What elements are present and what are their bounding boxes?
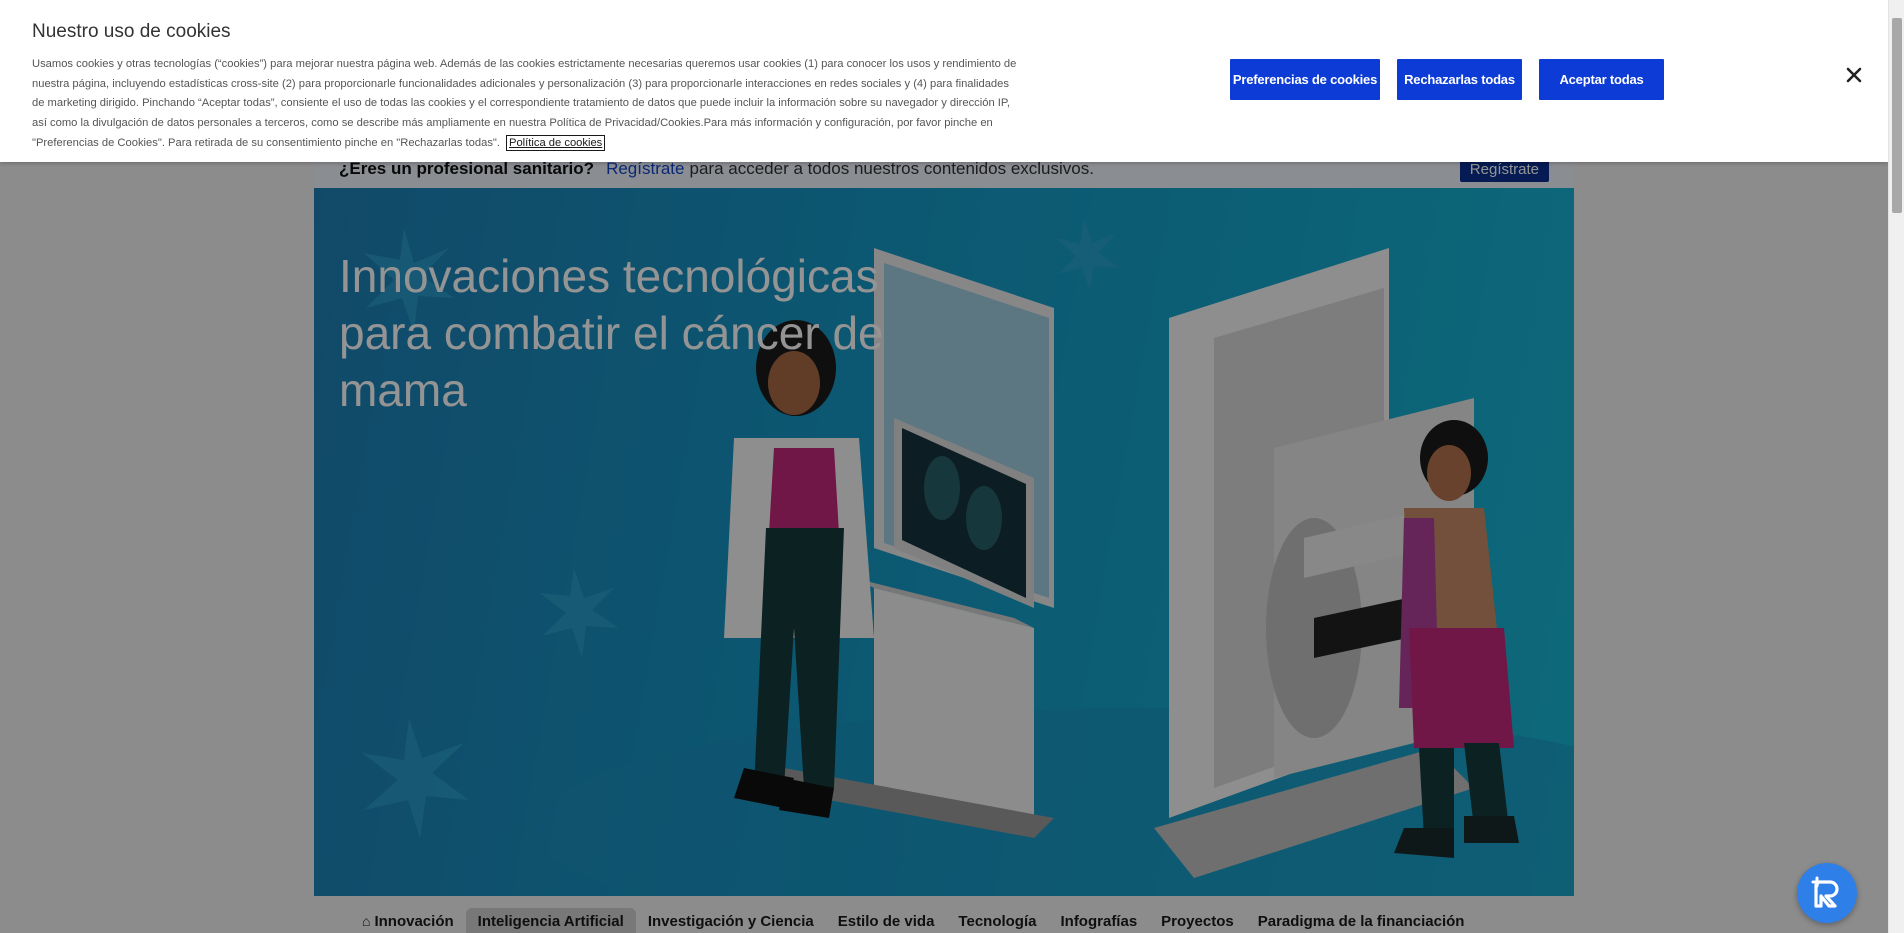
- cookie-banner-text: Usamos cookies y otras tecnologías (“coo…: [32, 55, 1017, 154]
- vertical-scrollbar[interactable]: [1888, 0, 1904, 933]
- assistant-button[interactable]: [1797, 863, 1857, 923]
- reject-all-button[interactable]: Rechazarlas todas: [1397, 59, 1522, 100]
- robot-assistant-icon: [1811, 876, 1839, 908]
- scrollbar-thumb[interactable]: [1892, 18, 1902, 213]
- accept-all-button[interactable]: Aceptar todas: [1539, 59, 1664, 100]
- cookie-banner: Nuestro uso de cookies Usamos cookies y …: [0, 0, 1888, 162]
- cookie-policy-link[interactable]: Política de cookies: [505, 134, 606, 151]
- cookie-banner-title: Nuestro uso de cookies: [32, 21, 231, 42]
- cookie-description: Usamos cookies y otras tecnologías (“coo…: [32, 58, 1017, 149]
- cookie-preferences-button[interactable]: Preferencias de cookies: [1230, 59, 1380, 100]
- close-icon[interactable]: [1845, 66, 1863, 84]
